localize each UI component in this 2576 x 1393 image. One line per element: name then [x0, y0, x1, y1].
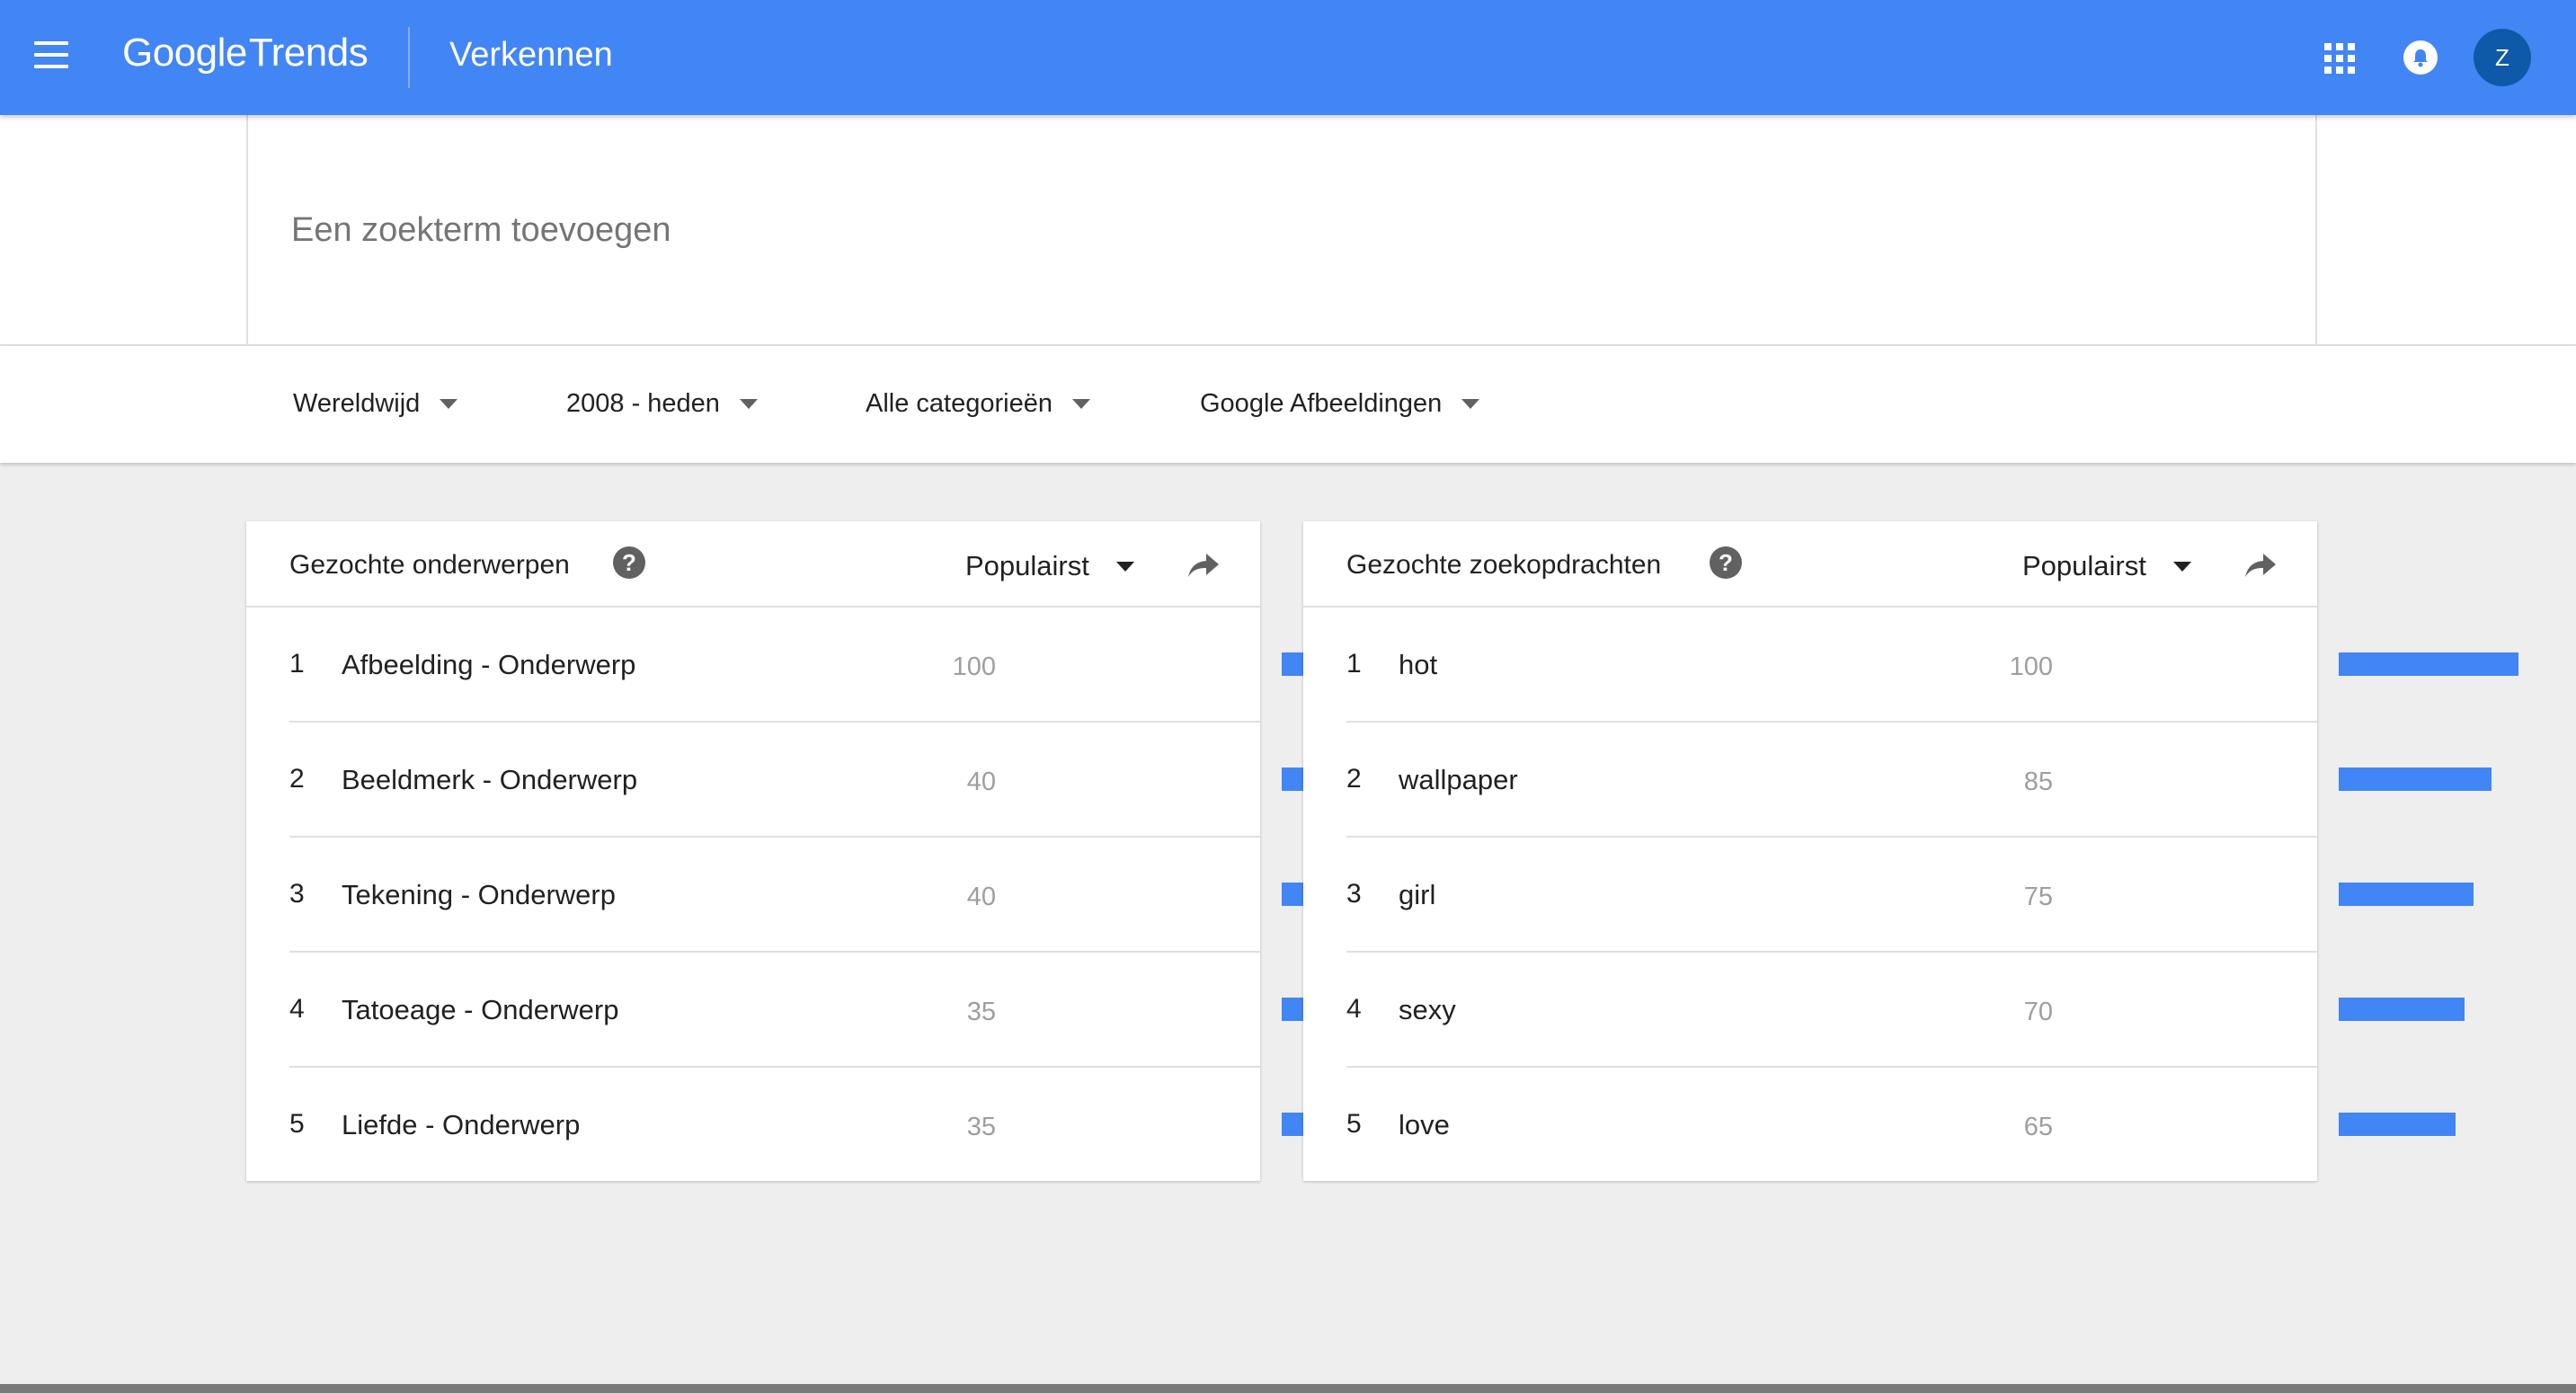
page-title: Verkennen	[449, 36, 613, 74]
list-item[interactable]: 2 wallpaper 85	[1346, 723, 2518, 838]
row-value: 40	[966, 883, 996, 911]
bell-icon[interactable]	[2403, 40, 2438, 75]
value-bar-fill	[2339, 998, 2465, 1021]
logo-google-text: Google	[122, 31, 247, 75]
list-item[interactable]: 3 girl 75	[1346, 838, 2518, 953]
card-header: Gezochte onderwerpen ? Populairst	[246, 521, 1260, 608]
filter-search-type-label: Google Afbeeldingen	[1200, 389, 1443, 418]
row-label: sexy	[1399, 994, 1456, 1025]
row-value: 75	[2023, 883, 2053, 911]
filter-category[interactable]: Alle categorieën	[866, 389, 1090, 419]
row-label: Beeldmerk - Onderwerp	[342, 764, 638, 795]
search-area	[0, 115, 2576, 346]
list-item[interactable]: 3 Tekening - Onderwerp 40	[289, 838, 1461, 953]
row-value: 100	[2009, 652, 2053, 681]
app-bar: GoogleTrends Verkennen Z	[0, 0, 2576, 115]
list-item[interactable]: 1 hot 100	[1346, 608, 2518, 723]
caret-down-icon	[2172, 561, 2191, 572]
row-value: 40	[966, 767, 996, 796]
filter-region-label: Wereldwijd	[293, 389, 421, 418]
row-value: 65	[2023, 1113, 2053, 1141]
share-icon[interactable]	[2243, 552, 2278, 579]
sort-select-label: Populairst	[2022, 550, 2146, 581]
logo-trends-text: Trends	[248, 31, 369, 75]
filter-time-range-label: 2008 - heden	[566, 389, 720, 418]
filter-bar: Wereldwijd 2008 - heden Alle categorieën…	[0, 346, 2576, 463]
row-label: love	[1399, 1109, 1450, 1140]
help-icon[interactable]: ?	[613, 546, 645, 579]
list-item[interactable]: 4 Tatoeage - Onderwerp 35	[289, 953, 1461, 1068]
row-label: hot	[1399, 649, 1438, 680]
row-rank: 4	[289, 994, 305, 1024]
list-item[interactable]: 4 sexy 70	[1346, 953, 2518, 1068]
search-box	[246, 115, 2317, 344]
row-value: 85	[2023, 767, 2053, 796]
row-label: Tatoeage - Onderwerp	[342, 994, 619, 1025]
row-label: Tekening - Onderwerp	[342, 879, 616, 910]
related-queries-list: 1 hot 100 2 wallpaper 85 3 girl 75 4 sex…	[1303, 608, 2518, 1183]
list-item[interactable]: 5 Liefde - Onderwerp 35	[289, 1068, 1461, 1183]
related-queries-card: Gezochte zoekopdrachten ? Populairst 1 h…	[1303, 521, 2518, 1183]
filter-category-label: Alle categorieën	[866, 389, 1053, 418]
apps-grid-icon[interactable]	[2324, 43, 2355, 74]
sort-select-label: Populairst	[965, 550, 1089, 581]
row-rank: 3	[289, 879, 305, 909]
help-icon[interactable]: ?	[1710, 546, 1742, 579]
card-header: Gezochte zoekopdrachten ? Populairst	[1303, 521, 2317, 608]
menu-icon[interactable]	[34, 41, 68, 68]
list-item[interactable]: 1 Afbeelding - Onderwerp 100	[289, 608, 1461, 723]
sort-select[interactable]: Populairst	[2022, 550, 2191, 582]
list-item[interactable]: 5 love 65	[1346, 1068, 2518, 1183]
row-rank: 3	[1346, 879, 1362, 909]
search-input[interactable]	[291, 205, 1550, 255]
filter-search-type[interactable]: Google Afbeeldingen	[1200, 389, 1480, 419]
bottom-edge	[0, 1384, 2576, 1393]
sort-select[interactable]: Populairst	[965, 550, 1134, 582]
value-bar-fill	[2339, 652, 2518, 676]
row-rank: 1	[289, 649, 305, 679]
row-rank: 5	[1346, 1109, 1362, 1139]
row-label: girl	[1399, 879, 1436, 910]
caret-down-icon	[739, 399, 758, 409]
list-item[interactable]: 2 Beeldmerk - Onderwerp 40	[289, 723, 1461, 838]
value-bar-fill	[2339, 767, 2492, 791]
value-bar-track	[2339, 767, 2518, 791]
row-value: 35	[966, 1113, 996, 1141]
value-bar-track	[2339, 652, 2518, 676]
value-bar-fill	[2339, 883, 2474, 906]
filter-time-range[interactable]: 2008 - heden	[566, 389, 758, 419]
row-rank: 5	[289, 1109, 305, 1139]
share-icon[interactable]	[1186, 552, 1221, 579]
caret-down-icon	[1071, 399, 1090, 409]
row-label: Afbeelding - Onderwerp	[342, 649, 636, 680]
caret-down-icon	[1115, 561, 1134, 572]
caret-down-icon	[1461, 399, 1480, 409]
card-title: Gezochte onderwerpen	[289, 550, 570, 580]
row-label: wallpaper	[1399, 764, 1518, 795]
value-bar-track	[2339, 998, 2518, 1021]
related-topics-list: 1 Afbeelding - Onderwerp 100 2 Beeldmerk…	[246, 608, 1461, 1183]
row-value: 70	[2023, 998, 2053, 1026]
avatar[interactable]: Z	[2474, 29, 2531, 86]
row-label: Liefde - Onderwerp	[342, 1109, 581, 1140]
google-trends-logo[interactable]: GoogleTrends	[122, 31, 369, 75]
card-title: Gezochte zoekopdrachten	[1346, 550, 1662, 580]
value-bar-track	[2339, 883, 2518, 906]
row-rank: 2	[289, 764, 305, 794]
related-topics-card: Gezochte onderwerpen ? Populairst 1 Afbe…	[246, 521, 1461, 1183]
value-bar-track	[2339, 1113, 2518, 1136]
row-value: 100	[952, 652, 996, 681]
row-rank: 2	[1346, 764, 1362, 794]
value-bar-fill	[2339, 1113, 2456, 1136]
row-rank: 4	[1346, 994, 1362, 1024]
row-value: 35	[966, 998, 996, 1026]
header-divider	[408, 27, 410, 88]
caret-down-icon	[440, 399, 458, 409]
row-rank: 1	[1346, 649, 1362, 679]
filter-region[interactable]: Wereldwijd	[293, 389, 458, 419]
